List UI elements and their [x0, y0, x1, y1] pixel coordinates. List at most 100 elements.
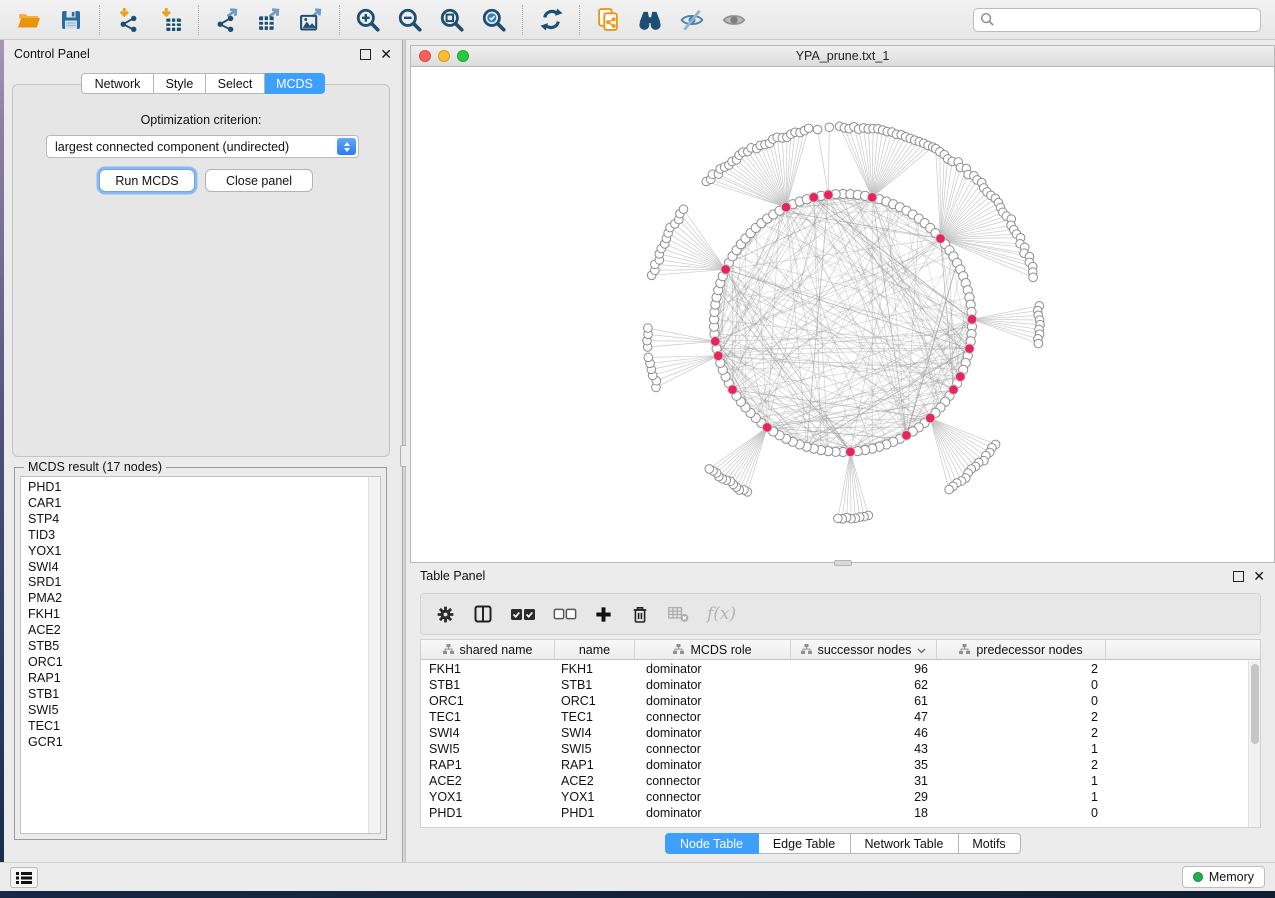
mcds-result-item[interactable]: SWI4 — [21, 560, 380, 576]
table-cell[interactable]: 0 — [937, 694, 1106, 708]
table-cell[interactable]: STB1 — [555, 678, 635, 692]
table-cell[interactable]: 61 — [791, 694, 937, 708]
table-cell[interactable]: dominator — [635, 678, 791, 692]
table-cell[interactable]: PHD1 — [421, 806, 555, 820]
table-row[interactable]: ACE2ACE2connector311 — [421, 773, 1248, 789]
table-cell[interactable]: TEC1 — [421, 710, 555, 724]
table-row[interactable]: SWI5SWI5connector431 — [421, 741, 1248, 757]
memory-button[interactable]: Memory — [1182, 866, 1265, 888]
tab-select[interactable]: Select — [206, 73, 265, 94]
show-columns-button[interactable] — [510, 599, 536, 629]
mcds-result-item[interactable]: PHD1 — [21, 480, 380, 496]
tab-motifs[interactable]: Motifs — [959, 833, 1021, 854]
import-table-button[interactable] — [149, 4, 191, 36]
network-canvas[interactable] — [411, 67, 1274, 562]
table-cell[interactable]: STB1 — [421, 678, 555, 692]
mcds-result-item[interactable]: FKH1 — [21, 607, 380, 623]
table-cell[interactable]: 2 — [937, 726, 1106, 740]
export-network-button[interactable] — [206, 4, 248, 36]
table-cell[interactable]: connector — [635, 742, 791, 756]
table-cell[interactable]: FKH1 — [421, 662, 555, 676]
table-cell[interactable]: PHD1 — [555, 806, 635, 820]
table-cell[interactable]: 1 — [937, 774, 1106, 788]
table-cell[interactable]: 31 — [791, 774, 937, 788]
table-cell[interactable]: 18 — [791, 806, 937, 820]
tab-mcds[interactable]: MCDS — [265, 73, 325, 94]
hide-selected-button[interactable] — [671, 4, 713, 36]
hide-columns-button[interactable] — [553, 599, 577, 629]
table-row[interactable]: FKH1FKH1dominator962 — [421, 661, 1248, 677]
zoom-out-button[interactable] — [389, 4, 431, 36]
table-scrollbar[interactable] — [1248, 661, 1260, 827]
delete-table-button[interactable] — [667, 599, 690, 629]
open-folder-button[interactable] — [8, 4, 50, 36]
float-window-icon[interactable] — [1233, 571, 1244, 582]
table-cell[interactable]: 2 — [937, 662, 1106, 676]
delete-column-button[interactable] — [630, 599, 650, 629]
table-cell[interactable]: 46 — [791, 726, 937, 740]
table-cell[interactable]: TEC1 — [555, 710, 635, 724]
export-image-button[interactable] — [290, 4, 332, 36]
network-window-titlebar[interactable]: YPA_prune.txt_1 — [411, 46, 1274, 67]
table-cell[interactable]: 47 — [791, 710, 937, 724]
float-window-icon[interactable] — [360, 49, 371, 60]
zoom-in-button[interactable] — [347, 4, 389, 36]
table-cell[interactable]: ORC1 — [555, 694, 635, 708]
table-cell[interactable]: ORC1 — [421, 694, 555, 708]
close-panel-icon[interactable]: ✕ — [1253, 571, 1265, 582]
mcds-result-item[interactable]: ACE2 — [21, 623, 380, 639]
search-binoculars-button[interactable] — [629, 4, 671, 36]
close-panel-icon[interactable]: ✕ — [380, 49, 392, 60]
mcds-result-item[interactable]: STB1 — [21, 687, 380, 703]
table-cell[interactable]: YOX1 — [421, 790, 555, 804]
column-header-successor-nodes[interactable]: successor nodes — [791, 640, 937, 659]
column-header-MCDS-role[interactable]: MCDS role — [635, 640, 791, 659]
tab-style[interactable]: Style — [154, 73, 206, 94]
export-table-button[interactable] — [248, 4, 290, 36]
table-cell[interactable]: RAP1 — [555, 758, 635, 772]
mcds-result-item[interactable]: TID3 — [21, 528, 380, 544]
tab-edge-table[interactable]: Edge Table — [759, 833, 851, 854]
table-cell[interactable]: RAP1 — [421, 758, 555, 772]
clone-network-button[interactable] — [587, 4, 629, 36]
table-cell[interactable]: SWI4 — [555, 726, 635, 740]
table-cell[interactable]: 29 — [791, 790, 937, 804]
table-cell[interactable]: dominator — [635, 694, 791, 708]
table-row[interactable]: TEC1TEC1connector472 — [421, 709, 1248, 725]
table-cell[interactable]: SWI4 — [421, 726, 555, 740]
table-row[interactable]: PHD1PHD1dominator180 — [421, 805, 1248, 821]
mcds-result-item[interactable]: PMA2 — [21, 591, 380, 607]
close-panel-button[interactable]: Close panel — [205, 169, 313, 192]
mcds-result-item[interactable]: STB5 — [21, 639, 380, 655]
split-columns-button[interactable] — [473, 599, 493, 629]
table-cell[interactable]: YOX1 — [555, 790, 635, 804]
table-cell[interactable]: ACE2 — [555, 774, 635, 788]
table-cell[interactable]: 1 — [937, 742, 1106, 756]
table-cell[interactable]: 0 — [937, 806, 1106, 820]
table-cell[interactable]: connector — [635, 790, 791, 804]
mcds-result-item[interactable]: SRD1 — [21, 575, 380, 591]
table-cell[interactable]: dominator — [635, 662, 791, 676]
mcds-result-item[interactable]: RAP1 — [21, 671, 380, 687]
mcds-list-scrollbar[interactable] — [368, 477, 380, 833]
table-cell[interactable]: SWI5 — [421, 742, 555, 756]
show-all-button[interactable] — [713, 4, 755, 36]
function-builder-button[interactable]: f(x) — [707, 599, 736, 629]
optimization-criterion-select[interactable]: largest connected component (undirected) — [46, 135, 359, 158]
search-field[interactable] — [973, 8, 1261, 32]
table-row[interactable]: STB1STB1dominator620 — [421, 677, 1248, 693]
save-button[interactable] — [50, 4, 92, 36]
table-cell[interactable]: 2 — [937, 710, 1106, 724]
table-cell[interactable]: 0 — [937, 678, 1106, 692]
mcds-result-list[interactable]: PHD1CAR1STP4TID3YOX1SWI4SRD1PMA2FKH1ACE2… — [20, 476, 381, 834]
table-cell[interactable]: dominator — [635, 726, 791, 740]
run-mcds-button[interactable]: Run MCDS — [99, 169, 195, 192]
column-header-name[interactable]: name — [555, 640, 635, 659]
mcds-result-item[interactable]: TEC1 — [21, 719, 380, 735]
table-cell[interactable]: dominator — [635, 758, 791, 772]
tab-node-table[interactable]: Node Table — [665, 833, 759, 854]
table-row[interactable]: SWI4SWI4dominator462 — [421, 725, 1248, 741]
table-cell[interactable]: SWI5 — [555, 742, 635, 756]
table-row[interactable]: RAP1RAP1dominator352 — [421, 757, 1248, 773]
mcds-result-item[interactable]: YOX1 — [21, 544, 380, 560]
